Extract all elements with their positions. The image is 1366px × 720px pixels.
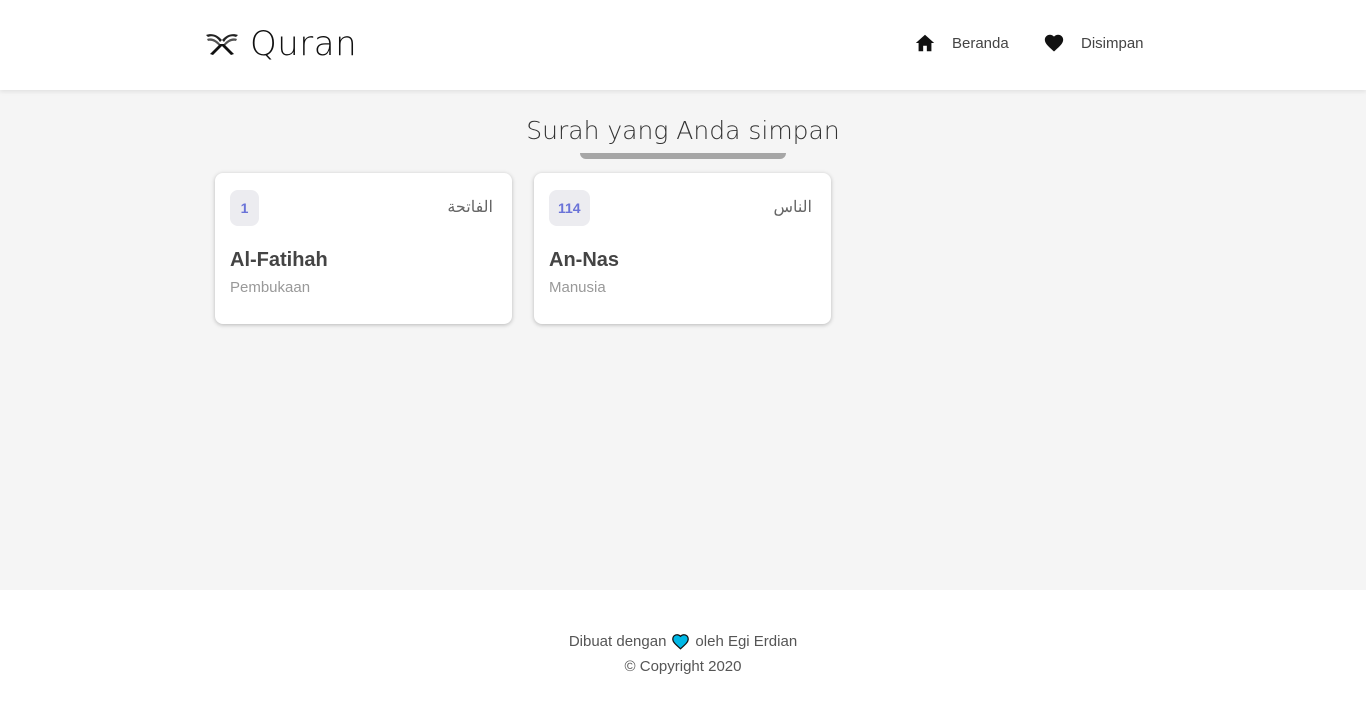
nav-beranda[interactable]: Beranda [914,30,1009,56]
surah-name: Al-Fatihah [230,249,328,271]
footer-copyright: © Copyright 2020 [624,658,742,675]
home-icon [915,34,935,52]
surah-number-badge: 114 [549,190,590,226]
surah-card[interactable]: 1 الفاتحة Al-Fatihah Pembukaan [215,173,512,324]
footer-made-with: Dibuat dengan [568,633,667,650]
footer-credit: Dibuat dengan oleh Egi Erdian [0,633,1366,650]
brand-link[interactable]: Quran [205,22,357,66]
page-title: Surah yang Anda simpan [526,116,840,145]
main-content: Surah yang Anda simpan 1 الفاتحة Al-Fati… [0,90,1366,590]
surah-meaning: Pembukaan [230,279,311,296]
surah-arabic-name: الناس [773,197,812,216]
heart-icon [1044,34,1064,52]
nav-beranda-label: Beranda [952,34,1009,52]
footer-author: oleh Egi Erdian [695,633,798,650]
heart-icon [672,634,690,650]
surah-arabic-name: الفاتحة [447,197,493,216]
surah-name: An-Nas [549,249,620,271]
surah-meaning: Manusia [549,279,606,296]
navbar: Quran Beranda Disimpan [0,0,1366,90]
quran-book-icon [206,34,238,55]
brand-title: Quran [250,24,358,64]
title-underline [580,153,786,159]
surah-number-badge: 1 [230,190,259,226]
nav-disimpan[interactable]: Disimpan [1043,30,1144,56]
nav-disimpan-label: Disimpan [1081,34,1144,52]
footer: Dibuat dengan oleh Egi Erdian © Copyrigh… [0,590,1366,720]
surah-card[interactable]: 114 الناس An-Nas Manusia [534,173,831,324]
